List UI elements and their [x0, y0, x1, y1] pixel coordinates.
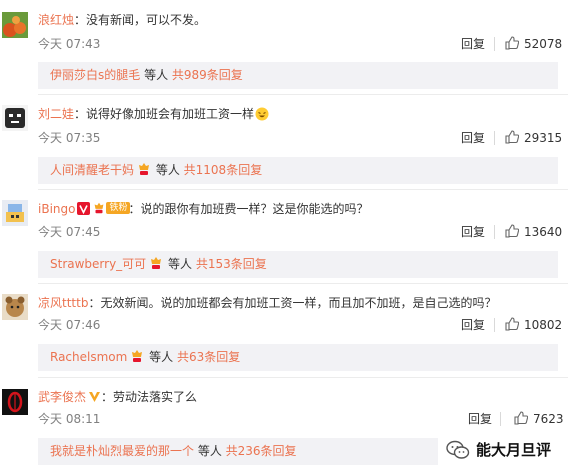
comment-line: 刘二娃：说得好像加班会有加班工资一样 — [38, 105, 269, 123]
comment-time: 今天 07:35 — [38, 131, 101, 145]
reply-user[interactable]: Rachelsmom — [50, 350, 127, 364]
thumbs-up-icon — [514, 411, 528, 425]
reply-user[interactable]: Strawberry_可可 — [50, 257, 146, 271]
comment-text: 劳动法落实了么 — [113, 390, 198, 404]
fan-badge: 铁粉 — [92, 201, 131, 215]
like-button[interactable]: 10802 — [505, 317, 562, 333]
comment-colon: ： — [74, 107, 87, 121]
comment-separator — [38, 377, 568, 378]
comment-line: iBingo 铁粉 ：说的跟你有加班费一样？这是你能选的吗？ — [38, 200, 369, 218]
like-button[interactable]: 13640 — [505, 224, 562, 240]
reply-summary[interactable]: 伊丽莎白s的腿毛 等人 共989条回复 — [38, 62, 558, 89]
like-button[interactable]: 52078 — [505, 36, 562, 52]
thumbs-up-icon — [505, 36, 519, 50]
like-count: 10802 — [524, 318, 563, 332]
comment-item: iBingo 铁粉 ：说的跟你有加班费一样？这是你能选的吗？ 今天 07:45 回复… — [0, 197, 568, 283]
reply-user[interactable]: 人间清醒老干妈 — [50, 163, 134, 177]
vip-icon — [95, 202, 104, 214]
reply-summary[interactable]: 人间清醒老干妈 等人 共1108条回复 — [38, 157, 558, 184]
wechat-icon — [446, 440, 470, 459]
comment-separator — [38, 189, 568, 190]
reply-etc: 等人 — [145, 350, 177, 364]
comment-item: 凉风ttttb：无效新闻。说的加班都会有加班工资一样，而且加不加班，是自己选的吗… — [0, 291, 568, 377]
reply-count-link[interactable]: 共153条回复 — [196, 257, 267, 271]
comment-line: 凉风ttttb：无效新闻。说的加班都会有加班工资一样，而且加不加班，是自己选的吗… — [38, 294, 496, 312]
reply-button[interactable]: 回复 — [461, 317, 485, 333]
like-count: 7623 — [533, 412, 564, 426]
reply-count-link[interactable]: 共989条回复 — [172, 68, 243, 82]
reply-user[interactable]: 伊丽莎白s的腿毛 — [50, 68, 140, 82]
avatar[interactable] — [2, 105, 28, 131]
reply-button[interactable]: 回复 — [468, 411, 492, 427]
vip-icon — [151, 257, 162, 269]
comment-username[interactable]: 凉风ttttb — [38, 296, 88, 310]
reply-count-link[interactable]: 共1108条回复 — [184, 163, 263, 177]
comment-line: 武李俊杰 ：劳动法落实了么 — [38, 388, 197, 406]
avatar[interactable] — [2, 12, 28, 38]
comment-colon: ： — [101, 390, 114, 404]
divider — [494, 225, 495, 239]
reply-button[interactable]: 回复 — [461, 36, 485, 52]
comment-username[interactable]: 浪红烛 — [38, 13, 74, 27]
divider — [500, 412, 501, 426]
reply-etc: 等人 — [164, 257, 196, 271]
vip-icon — [139, 163, 150, 175]
comment-line: 浪红烛：没有新闻，可以不发。 — [38, 11, 206, 29]
comment-time: 今天 08:11 — [38, 412, 101, 426]
avatar[interactable] — [2, 200, 28, 226]
verified-v-icon — [77, 202, 91, 215]
like-count: 52078 — [524, 37, 563, 51]
reply-etc: 等人 — [194, 444, 226, 458]
thumbs-up-icon — [505, 130, 519, 144]
comment-colon: ： — [74, 13, 87, 27]
divider — [494, 318, 495, 332]
thumbs-up-icon — [505, 224, 519, 238]
comment-separator — [38, 283, 568, 284]
thumbs-up-icon — [505, 317, 519, 331]
like-count: 29315 — [524, 131, 563, 145]
reply-etc: 等人 — [152, 163, 184, 177]
reply-user[interactable]: 我就是朴灿烈最爱的那一个 — [50, 444, 194, 458]
watermark-text: 能大月旦评 — [476, 441, 552, 459]
avatar[interactable] — [2, 294, 28, 320]
divider — [494, 37, 495, 51]
fan-badge-label: 铁粉 — [106, 202, 131, 214]
avatar[interactable] — [2, 389, 28, 415]
reply-etc: 等人 — [140, 68, 172, 82]
comment-text: 说的跟你有加班费一样？这是你能选的吗？ — [140, 202, 369, 216]
comment-item: 刘二娃：说得好像加班会有加班工资一样 今天 07:35 回复 29315 人间清… — [0, 102, 568, 188]
reply-count-link[interactable]: 共236条回复 — [226, 444, 297, 458]
reply-summary[interactable]: Rachelsmom 等人 共63条回复 — [38, 344, 558, 371]
laughing-emoji-icon — [255, 107, 269, 121]
comment-item: 浪红烛：没有新闻，可以不发。 今天 07:43 回复 52078 伊丽莎白s的腿… — [0, 8, 568, 94]
comment-time: 今天 07:46 — [38, 318, 101, 332]
vip-icon — [132, 350, 143, 362]
verified-v-icon — [89, 392, 101, 402]
divider — [494, 131, 495, 145]
comment-time: 今天 07:43 — [38, 37, 101, 51]
comment-text: 无效新闻。说的加班都会有加班工资一样，而且加不加班，是自己选的吗？ — [100, 296, 497, 310]
comment-username[interactable]: 刘二娃 — [38, 107, 74, 121]
comment-time: 今天 07:45 — [38, 225, 101, 239]
comment-separator — [38, 94, 568, 95]
like-button[interactable]: 7623 — [514, 411, 564, 427]
comment-colon: ： — [88, 296, 101, 310]
reply-button[interactable]: 回复 — [461, 224, 485, 240]
comment-text: 没有新闻，可以不发。 — [86, 13, 207, 27]
like-button[interactable]: 29315 — [505, 130, 562, 146]
wechat-watermark: 能大月旦评 — [446, 435, 551, 465]
comment-username[interactable]: 武李俊杰 — [38, 390, 86, 404]
comment-text: 说得好像加班会有加班工资一样 — [86, 107, 255, 121]
reply-button[interactable]: 回复 — [461, 130, 485, 146]
like-count: 13640 — [524, 225, 563, 239]
reply-summary[interactable]: Strawberry_可可 等人 共153条回复 — [38, 251, 558, 278]
comment-colon: ： — [128, 202, 141, 216]
comment-username[interactable]: iBingo — [38, 202, 75, 216]
reply-count-link[interactable]: 共63条回复 — [177, 350, 240, 364]
reply-summary[interactable]: 我就是朴灿烈最爱的那一个 等人 共236条回复 — [38, 438, 438, 465]
